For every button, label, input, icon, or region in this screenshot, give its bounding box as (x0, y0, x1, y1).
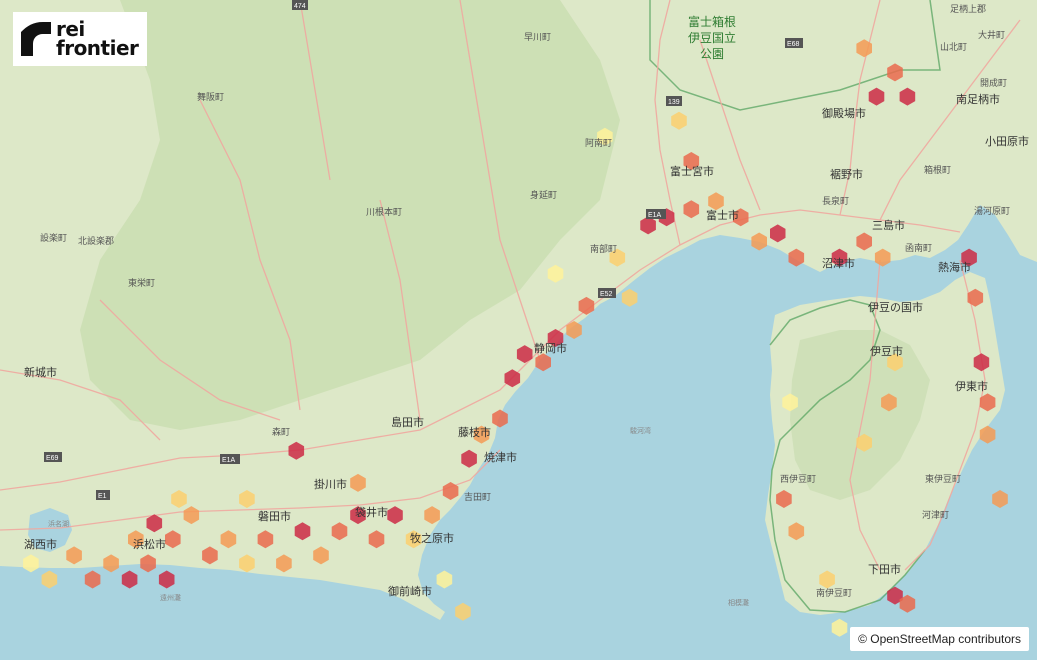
place-label: 河津町 (922, 509, 949, 520)
place-label: 伊豆市 (870, 344, 903, 358)
road-shield-label: 474 (294, 3, 306, 10)
place-label: 伊豆の国市 (868, 300, 923, 314)
place-label: 掛川市 (314, 477, 347, 491)
place-label: 焼津市 (484, 450, 517, 464)
place-label: 川根本町 (366, 206, 402, 217)
brand-logo[interactable]: rei frontier (13, 12, 147, 66)
place-label: 長泉町 (822, 195, 849, 206)
place-label: 牧之原市 (410, 531, 454, 545)
road-shield-label: 139 (668, 99, 680, 106)
place-label: 湖西市 (24, 537, 57, 551)
place-label: 浜松市 (133, 537, 166, 551)
place-label: 下田市 (868, 562, 901, 576)
water-label: 浜名湖 (48, 519, 69, 528)
map-viewport[interactable]: 富士箱根 伊豆国立 公園 舞阪町 早川町 富士宮市 富士市 御殿場市 裾野市 長… (0, 0, 1037, 660)
place-label: 南足柄市 (956, 92, 1000, 106)
place-label: 東栄町 (128, 277, 155, 288)
place-label: 磐田市 (258, 509, 291, 523)
place-label: 南伊豆町 (816, 587, 852, 598)
place-label: 小田原市 (985, 134, 1029, 148)
place-label: 吉田町 (464, 492, 491, 502)
place-label: 熱海市 (938, 260, 971, 274)
place-label: 身延町 (530, 189, 557, 200)
park-label-line-2: 伊豆国立 (688, 30, 736, 45)
road-shield-label: E68 (787, 41, 800, 48)
place-label: 舞阪町 (197, 92, 224, 102)
place-label: 伊東市 (955, 379, 988, 393)
place-label: 東伊豆町 (925, 473, 961, 484)
place-label: 足柄上郡 (950, 3, 986, 14)
road-shield-label: E1A (648, 212, 662, 219)
map-attribution[interactable]: © OpenStreetMap contributors (850, 627, 1029, 651)
place-label: 島田市 (391, 415, 424, 429)
place-label: 設楽町 (40, 232, 67, 243)
place-label: 藤枝市 (458, 425, 491, 439)
place-label: 西伊豆町 (780, 473, 816, 484)
brand-line-2: frontier (56, 36, 139, 60)
road-shield-label: E52 (600, 291, 613, 298)
water-label: 遠州灘 (160, 593, 181, 602)
place-label: 御殿場市 (822, 106, 866, 120)
place-label: 北設楽郡 (78, 235, 114, 246)
place-label: 富士市 (706, 208, 739, 222)
place-label: 森町 (272, 426, 290, 437)
place-label: 早川町 (524, 32, 551, 42)
place-label: 阿南町 (585, 137, 612, 148)
place-label: 函南町 (905, 242, 932, 253)
place-label: 三島市 (872, 218, 905, 232)
water-label: 相模灘 (728, 598, 749, 607)
water-label: 駿河湾 (630, 426, 651, 435)
place-label: 裾野市 (830, 167, 863, 181)
brand-wordmark: rei frontier (56, 19, 139, 60)
place-label: 南部町 (590, 243, 617, 254)
place-label: 湯河原町 (974, 205, 1010, 216)
place-label: 沼津市 (822, 256, 855, 270)
place-label: 新城市 (24, 365, 57, 379)
road-shield-label: E69 (46, 455, 59, 462)
place-label: 大井町 (978, 29, 1005, 40)
park-label-line-3: 公園 (700, 47, 724, 61)
basemap[interactable]: 富士箱根 伊豆国立 公園 舞阪町 早川町 富士宮市 富士市 御殿場市 裾野市 長… (0, 0, 1037, 660)
park-label-line-1: 富士箱根 (688, 14, 736, 29)
place-label: 静岡市 (534, 341, 567, 355)
place-label: 箱根町 (924, 164, 951, 175)
road-shield-label: E1 (98, 493, 107, 500)
rei-frontier-logo-icon (21, 22, 51, 56)
place-label: 袋井市 (355, 505, 388, 519)
road-shield-label: E1A (222, 457, 236, 464)
place-label: 富士宮市 (670, 164, 714, 178)
place-label: 開成町 (980, 77, 1007, 88)
place-label: 御前崎市 (388, 584, 432, 598)
place-label: 山北町 (940, 42, 967, 52)
